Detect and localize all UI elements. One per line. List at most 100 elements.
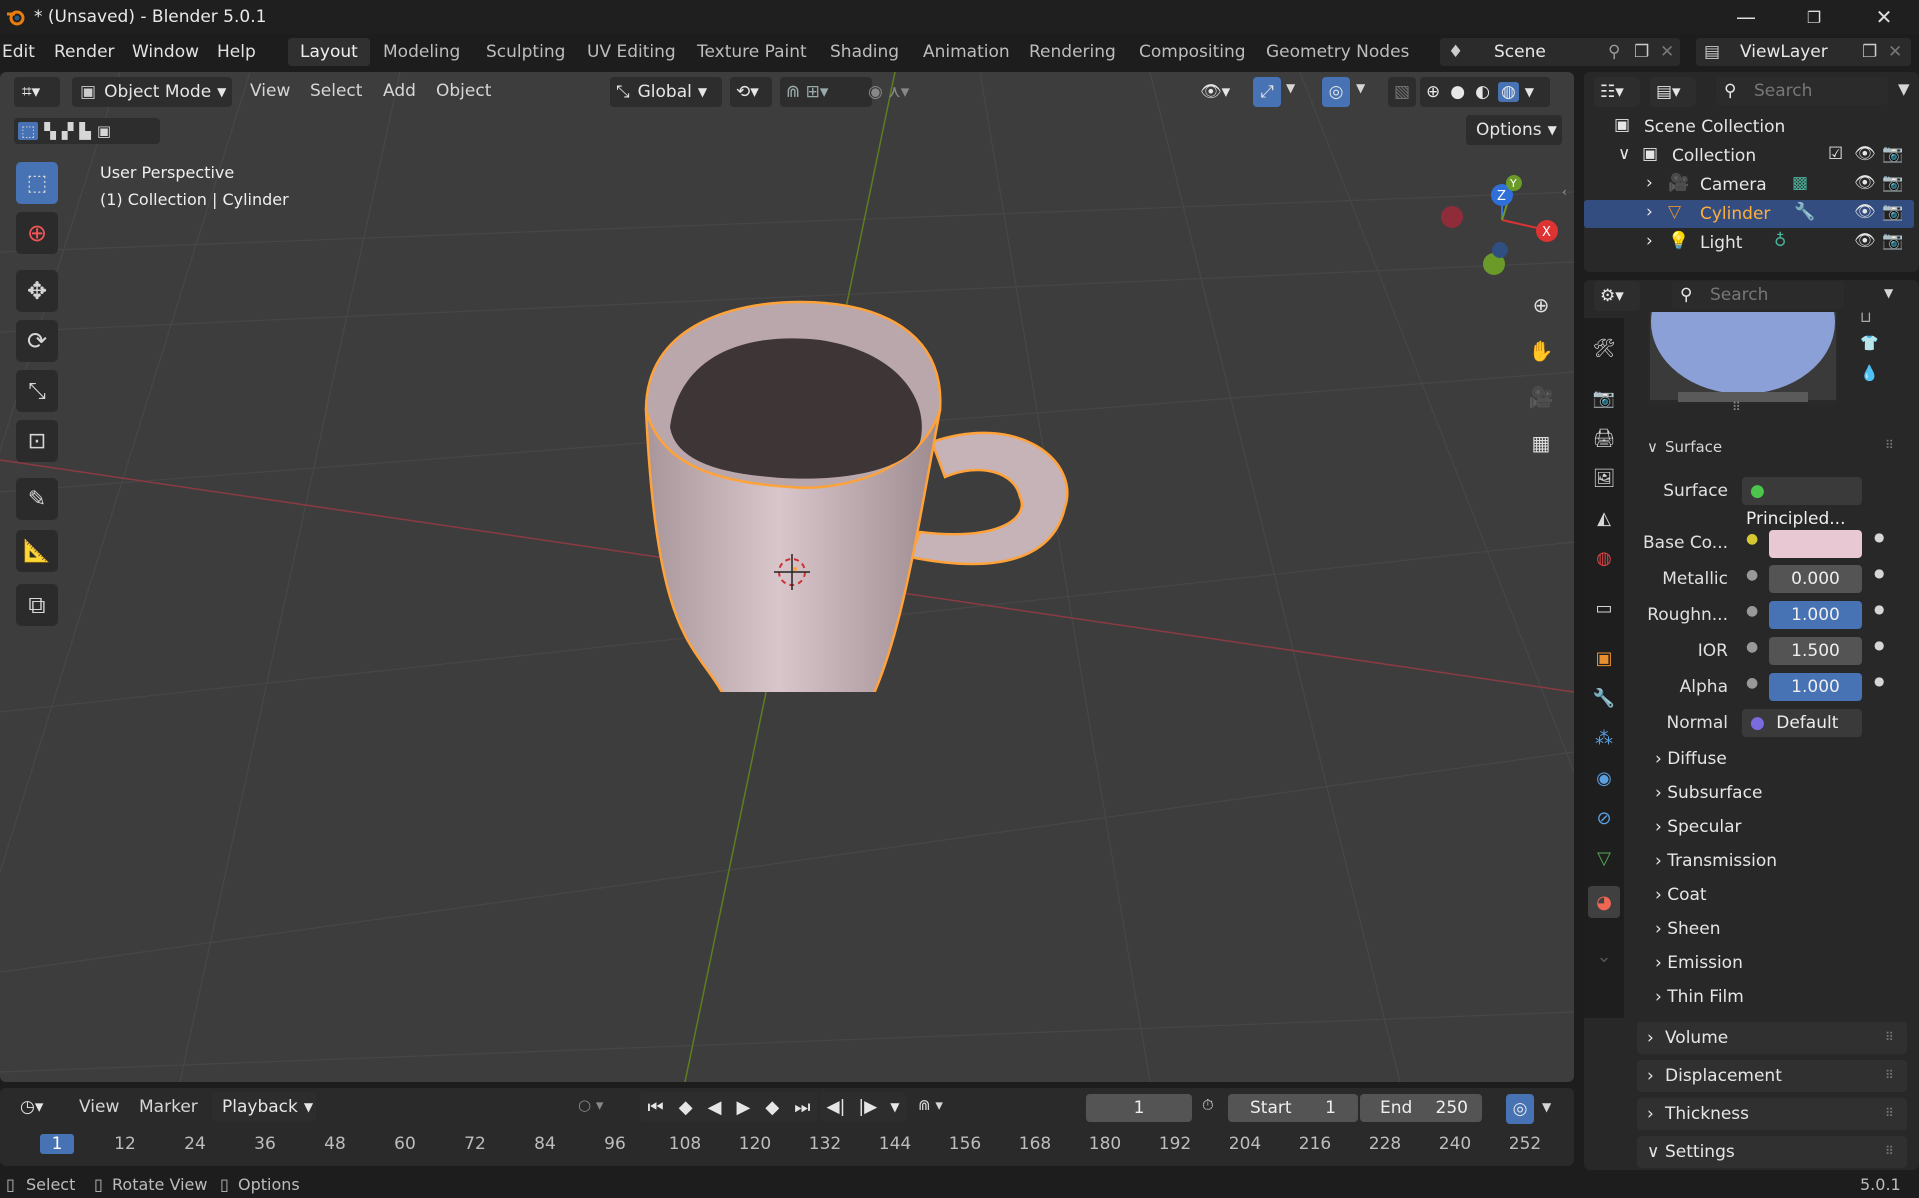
keyframe-dot-icon[interactable]: ● bbox=[1874, 638, 1884, 652]
chevron-down-icon[interactable]: ▼ bbox=[1884, 286, 1893, 300]
sidebar-toggle-icon[interactable]: ‹ bbox=[1562, 185, 1567, 199]
snap-icon[interactable]: ⋒ ▾ bbox=[918, 1096, 943, 1114]
tab-layout[interactable]: Layout bbox=[288, 38, 370, 66]
transform-orientation[interactable]: ⤡ Global ▼ bbox=[610, 77, 722, 107]
move-tool[interactable]: ✥ bbox=[16, 270, 58, 312]
keyframe-dot-icon[interactable]: ● bbox=[1874, 566, 1884, 580]
preview-fluid-icon[interactable]: 💧 bbox=[1860, 364, 1879, 382]
viewport-menu-add[interactable]: Add bbox=[383, 81, 416, 101]
options-dropdown[interactable]: Options ▼ bbox=[1466, 115, 1562, 145]
keyframe-nav[interactable]: ◀| |▶ ▼ bbox=[820, 1092, 906, 1122]
minimize-button[interactable]: — bbox=[1718, 0, 1774, 34]
drag-handle-icon[interactable]: ⠿ bbox=[1885, 1068, 1894, 1082]
preview-shape-icon[interactable]: ⊔ bbox=[1860, 308, 1872, 326]
drag-handle-icon[interactable]: ⠿ bbox=[1885, 1030, 1894, 1044]
rendered-shading-icon[interactable]: ◍ bbox=[1497, 82, 1519, 102]
collection-tab-icon[interactable]: ▭ bbox=[1588, 592, 1620, 624]
wireframe-shading-icon[interactable]: ⊕ bbox=[1426, 82, 1440, 102]
chevron-down-icon[interactable]: ▼ bbox=[890, 1100, 899, 1114]
tab-texture-paint[interactable]: Texture Paint bbox=[685, 38, 819, 66]
select-mode-buttons[interactable]: ⬚ ▚ ▞ ▙ ▣ bbox=[14, 118, 160, 144]
eye-icon[interactable]: 👁 bbox=[1854, 144, 1876, 164]
drag-handle-icon[interactable]: ⠿ bbox=[1885, 1144, 1894, 1158]
play-reverse-icon[interactable]: ◀ bbox=[708, 1097, 722, 1118]
camera-render-icon[interactable]: 📷 bbox=[1882, 231, 1903, 251]
scale-tool[interactable]: ⤡ bbox=[16, 370, 58, 412]
next-key-icon[interactable]: |▶ bbox=[858, 1097, 877, 1117]
render-tab-icon[interactable]: 📷 bbox=[1588, 382, 1620, 414]
proportional-edit-button[interactable]: ◉ ⋏▾ bbox=[862, 77, 932, 107]
editor-type-button[interactable]: ⌗▾ bbox=[14, 77, 60, 107]
view-layer-selector[interactable]: ▤ ViewLayer ❐ ✕ bbox=[1696, 38, 1911, 66]
next-keyframe-icon[interactable]: ◆ bbox=[765, 1097, 779, 1118]
panel-settings[interactable]: ∨ Settings ⠿ bbox=[1637, 1136, 1907, 1168]
keyframe-dot-icon[interactable]: ● bbox=[1874, 602, 1884, 616]
camera-render-icon[interactable]: 📷 bbox=[1882, 173, 1903, 193]
outliner-search-input[interactable]: ⚲ Search bbox=[1716, 77, 1888, 105]
surface-panel-header[interactable]: ∨ Surface ⠿ bbox=[1637, 432, 1907, 464]
pan-hand-icon[interactable]: ✋ bbox=[1522, 332, 1560, 370]
select-intersect-icon[interactable]: ▣ bbox=[97, 122, 111, 140]
outliner-item-light[interactable]: › 💡 Light ♁ 👁 📷 bbox=[1584, 229, 1914, 257]
viewport-menu-select[interactable]: Select bbox=[310, 81, 362, 101]
panel-thickness[interactable]: › Thickness ⠿ bbox=[1637, 1098, 1907, 1130]
chevron-right-icon[interactable]: › bbox=[1646, 231, 1653, 251]
annotate-tool[interactable]: ✎ bbox=[16, 478, 58, 520]
filter-icon[interactable]: ▼ bbox=[1898, 80, 1910, 98]
end-frame-field[interactable]: End 250 bbox=[1360, 1094, 1482, 1122]
new-view-layer-icon[interactable]: ❐ bbox=[1862, 38, 1877, 66]
tab-modeling[interactable]: Modeling bbox=[371, 38, 472, 66]
subpanel-subsurface[interactable]: › Subsurface bbox=[1655, 783, 1762, 803]
delete-scene-icon[interactable]: ✕ bbox=[1660, 38, 1674, 66]
select-extend-icon[interactable]: ▚ bbox=[44, 122, 56, 140]
world-tab-icon[interactable]: ◍ bbox=[1588, 542, 1620, 574]
constraints-tab-icon[interactable]: ⊘ bbox=[1588, 802, 1620, 834]
keyframe-dot-icon[interactable]: ● bbox=[1874, 530, 1884, 544]
select-box-tool[interactable]: ⬚ bbox=[16, 162, 58, 204]
auto-keying-icon[interactable]: ○ ▾ bbox=[578, 1096, 603, 1114]
timeline-overlay-toggle[interactable]: ◎ bbox=[1506, 1094, 1534, 1124]
overlay-toggle[interactable]: ◎ bbox=[1322, 77, 1350, 107]
outliner-item-camera[interactable]: › 🎥 Camera ▩ 👁 📷 bbox=[1584, 171, 1914, 199]
start-frame-field[interactable]: Start 1 bbox=[1228, 1094, 1358, 1122]
chevron-down-icon[interactable]: ▼ bbox=[1356, 81, 1365, 95]
chevron-down-icon[interactable]: ∨ bbox=[1618, 144, 1630, 164]
xray-toggle[interactable]: ▧ bbox=[1388, 77, 1416, 107]
zoom-icon[interactable]: ⊕ bbox=[1522, 286, 1560, 324]
snapping-button[interactable]: ⋒ ⊞▾ bbox=[780, 77, 872, 107]
subpanel-diffuse[interactable]: › Diffuse bbox=[1655, 749, 1727, 769]
chevron-down-icon[interactable]: ▼ bbox=[1286, 81, 1295, 95]
scene-selector[interactable]: ♦ Scene ⚲ ❐ ✕ bbox=[1440, 38, 1680, 66]
menu-render[interactable]: Render bbox=[54, 42, 115, 62]
view-layer-tab-icon[interactable]: 🖼 bbox=[1588, 462, 1620, 494]
solid-shading-icon[interactable]: ● bbox=[1450, 82, 1465, 102]
material-shading-icon[interactable]: ◐ bbox=[1475, 82, 1490, 102]
viewport-menu-view[interactable]: View bbox=[250, 81, 290, 101]
material-tab-icon[interactable]: ◕ bbox=[1588, 886, 1620, 918]
tab-geometry-nodes[interactable]: Geometry Nodes bbox=[1254, 38, 1421, 66]
panel-volume[interactable]: › Volume ⠿ bbox=[1637, 1022, 1907, 1054]
close-button[interactable]: ✕ bbox=[1856, 0, 1912, 34]
rotate-tool[interactable]: ⟳ bbox=[16, 320, 58, 362]
pivot-point-button[interactable]: ⟲▾ bbox=[730, 77, 772, 107]
playback-dropdown[interactable]: Playback ▼ bbox=[212, 1092, 316, 1122]
new-scene-icon[interactable]: ❐ bbox=[1634, 38, 1649, 66]
eye-icon[interactable]: 👁 bbox=[1854, 202, 1876, 222]
outliner-item-cylinder[interactable]: › ▽ Cylinder 🔧 👁 📷 bbox=[1584, 200, 1914, 228]
jump-start-icon[interactable]: ⏮ bbox=[648, 1097, 664, 1118]
play-icon[interactable]: ▶ bbox=[737, 1097, 751, 1118]
chevron-right-icon[interactable]: › bbox=[1646, 202, 1653, 222]
3d-viewport[interactable] bbox=[0, 72, 1574, 1082]
keyframe-dot-icon[interactable]: ● bbox=[1874, 674, 1884, 688]
subpanel-coat[interactable]: › Coat bbox=[1655, 885, 1707, 905]
mode-selector[interactable]: ▣ Object Mode ▼ bbox=[72, 77, 232, 107]
tool-tab-icon[interactable]: 🛠 bbox=[1588, 332, 1620, 364]
gizmo-toggle[interactable]: ⤢ bbox=[1253, 77, 1281, 107]
add-cube-tool[interactable]: ⧉ bbox=[16, 584, 58, 626]
timeline-editor-type[interactable]: ◷▾ bbox=[14, 1092, 60, 1122]
chevron-down-icon[interactable]: ▼ bbox=[1542, 1100, 1551, 1114]
prev-key-icon[interactable]: ◀| bbox=[827, 1097, 846, 1117]
outliner-collection[interactable]: ∨ ▣ Collection ☑ 👁 📷 bbox=[1584, 142, 1914, 170]
subpanel-transmission[interactable]: › Transmission bbox=[1655, 851, 1777, 871]
properties-editor-type[interactable]: ⚙▾ bbox=[1594, 281, 1640, 311]
